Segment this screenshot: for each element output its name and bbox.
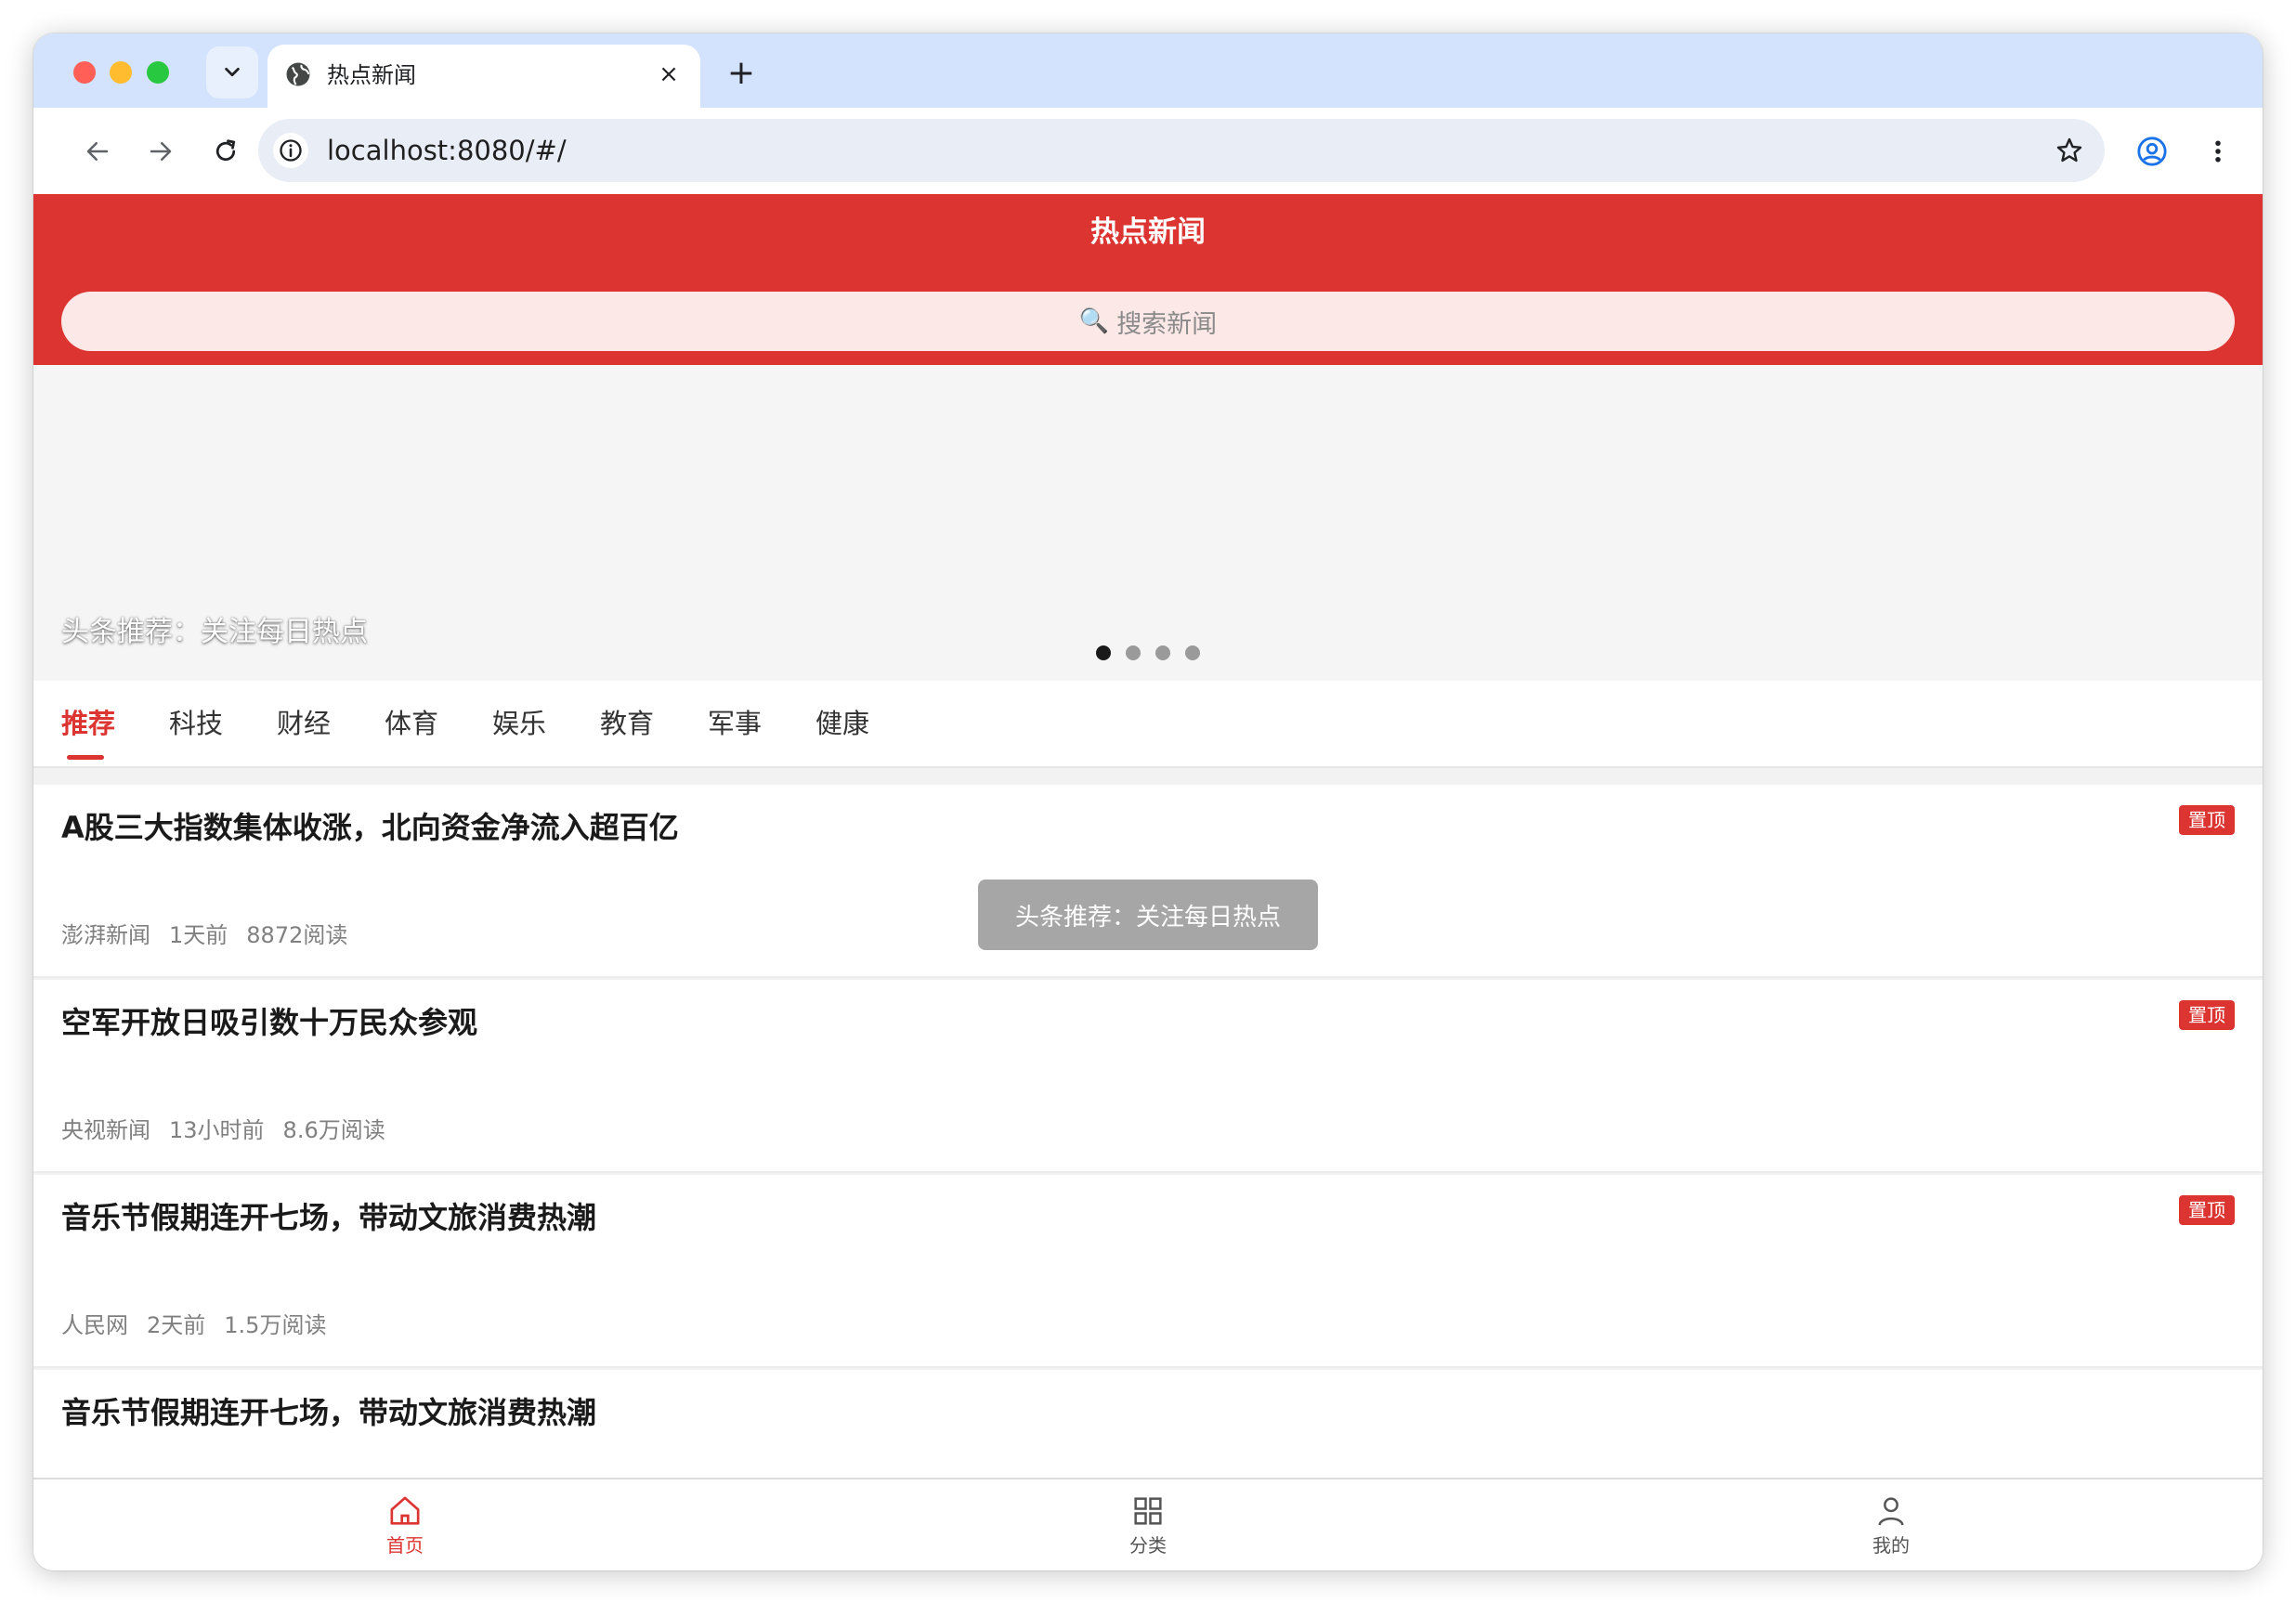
search-input[interactable]: 🔍 搜索新闻 [61,292,2235,351]
news-meta: 澎湃新闻 1天前 8872阅读 [61,920,347,950]
globe-icon [286,62,310,86]
close-window-button[interactable] [73,61,96,84]
pinned-badge: 置顶 [2179,1195,2235,1225]
tabbar-item-category[interactable]: 分类 [1092,1492,1204,1557]
news-time: 2天前 [147,1312,206,1338]
reload-button[interactable] [204,130,247,173]
more-vert-icon [2215,140,2221,163]
bookmark-button[interactable] [2051,132,2088,169]
maximize-window-button[interactable] [147,61,169,84]
tab-category-4[interactable]: 娱乐 [492,705,546,742]
back-button[interactable] [76,130,119,173]
carousel-dot[interactable] [1155,645,1170,660]
tab-category-5[interactable]: 教育 [600,705,654,742]
active-tab-indicator [67,755,104,760]
tab-strip: 热点新闻 × + [33,33,2263,108]
news-time: 1天前 [169,922,228,948]
carousel-dot[interactable] [1096,645,1111,660]
tab-category-6[interactable]: 军事 [708,705,762,742]
browser-toolbar: localhost:8080/#/ [33,108,2263,194]
chevron-down-icon [225,67,240,77]
pinned-badge: 置顶 [2179,805,2235,835]
news-title: A股三大指数集体收涨，北向资金净流入超百亿 [61,810,679,845]
app-header: 热点新闻 🔍 搜索新闻 [33,194,2263,365]
tabbar-label: 分类 [1129,1534,1167,1557]
carousel-dot[interactable] [1185,645,1200,660]
tabbar-item-home[interactable]: 首页 [349,1492,461,1557]
app-viewport: 热点新闻 🔍 搜索新闻 头条推荐：关注每日热点 推荐 科技 财经 体育 娱乐 教… [33,194,2263,1570]
news-title: 空军开放日吸引数十万民众参观 [61,1005,478,1040]
news-time: 13小时前 [169,1117,265,1143]
tabbar-label: 首页 [386,1534,424,1557]
news-source: 人民网 [61,1312,128,1338]
news-meta: 央视新闻 13小时前 8.6万阅读 [61,1115,385,1145]
account-circle-icon [2137,137,2167,166]
minimize-window-button[interactable] [110,61,132,84]
news-title: 音乐节假期连开七场，带动文旅消费热潮 [61,1200,597,1235]
arrow-right-icon [150,142,172,161]
user-icon [1878,1497,1904,1526]
arrow-left-icon [86,142,109,161]
tabbar-item-profile[interactable]: 我的 [1835,1492,1947,1557]
carousel-indicators [1096,645,1200,660]
news-source: 央视新闻 [61,1117,150,1143]
browser-window: 热点新闻 × + localhost:8080/#/ 热点新闻 🔍 搜索新闻 头… [33,33,2263,1570]
site-info-button[interactable] [273,133,308,168]
tab-category-1[interactable]: 科技 [169,705,223,742]
home-icon [390,1496,420,1525]
news-meta: 人民网 2天前 1.5万阅读 [61,1310,326,1340]
profile-button[interactable] [2131,130,2173,173]
news-reads: 1.5万阅读 [224,1312,327,1338]
browser-tab-active[interactable]: 热点新闻 × [267,45,700,108]
news-title: 音乐节假期连开七场，带动文旅消费热潮 [61,1395,597,1430]
toast-message: 头条推荐：关注每日热点 [978,880,1318,950]
tab-category-3[interactable]: 体育 [385,705,438,742]
tab-close-button[interactable]: × [654,59,684,89]
url-text[interactable]: localhost:8080/#/ [327,134,567,167]
tab-search-button[interactable] [206,46,258,98]
news-item[interactable]: 音乐节假期连开七场，带动文旅消费热潮 置顶 人民网 2天前 1.5万阅读 [33,1175,2263,1368]
category-tabs: 推荐 科技 财经 体育 娱乐 教育 军事 健康 [33,681,2263,768]
search-icon: 🔍 [1078,307,1110,335]
info-icon [280,139,302,162]
browser-menu-button[interactable] [2199,130,2237,173]
news-item[interactable]: 空军开放日吸引数十万民众参观 置顶 央视新闻 13小时前 8.6万阅读 [33,980,2263,1173]
tab-title: 热点新闻 [327,62,416,88]
reload-icon [215,139,236,162]
news-source: 澎湃新闻 [61,922,150,948]
banner-caption: 头条推荐：关注每日热点 [61,616,368,648]
pinned-badge: 置顶 [2179,1000,2235,1030]
new-tab-button[interactable]: + [721,52,762,93]
search-placeholder: 搜索新闻 [1116,309,1218,339]
star-icon [2056,137,2082,163]
banner-carousel[interactable]: 头条推荐：关注每日热点 [33,365,2263,681]
bottom-tab-bar: 首页 分类 我的 [33,1478,2263,1570]
grid-icon [1134,1497,1162,1525]
news-reads: 8.6万阅读 [282,1117,385,1143]
tab-category-2[interactable]: 财经 [277,705,331,742]
tab-category-0[interactable]: 推荐 [61,705,115,742]
tabbar-label: 我的 [1872,1534,1910,1557]
forward-button[interactable] [139,130,182,173]
news-reads: 8872阅读 [246,922,348,948]
carousel-dot[interactable] [1126,645,1141,660]
tab-category-7[interactable]: 健康 [815,705,869,742]
address-bar[interactable]: localhost:8080/#/ [258,119,2105,182]
page-title: 热点新闻 [1090,215,1206,249]
